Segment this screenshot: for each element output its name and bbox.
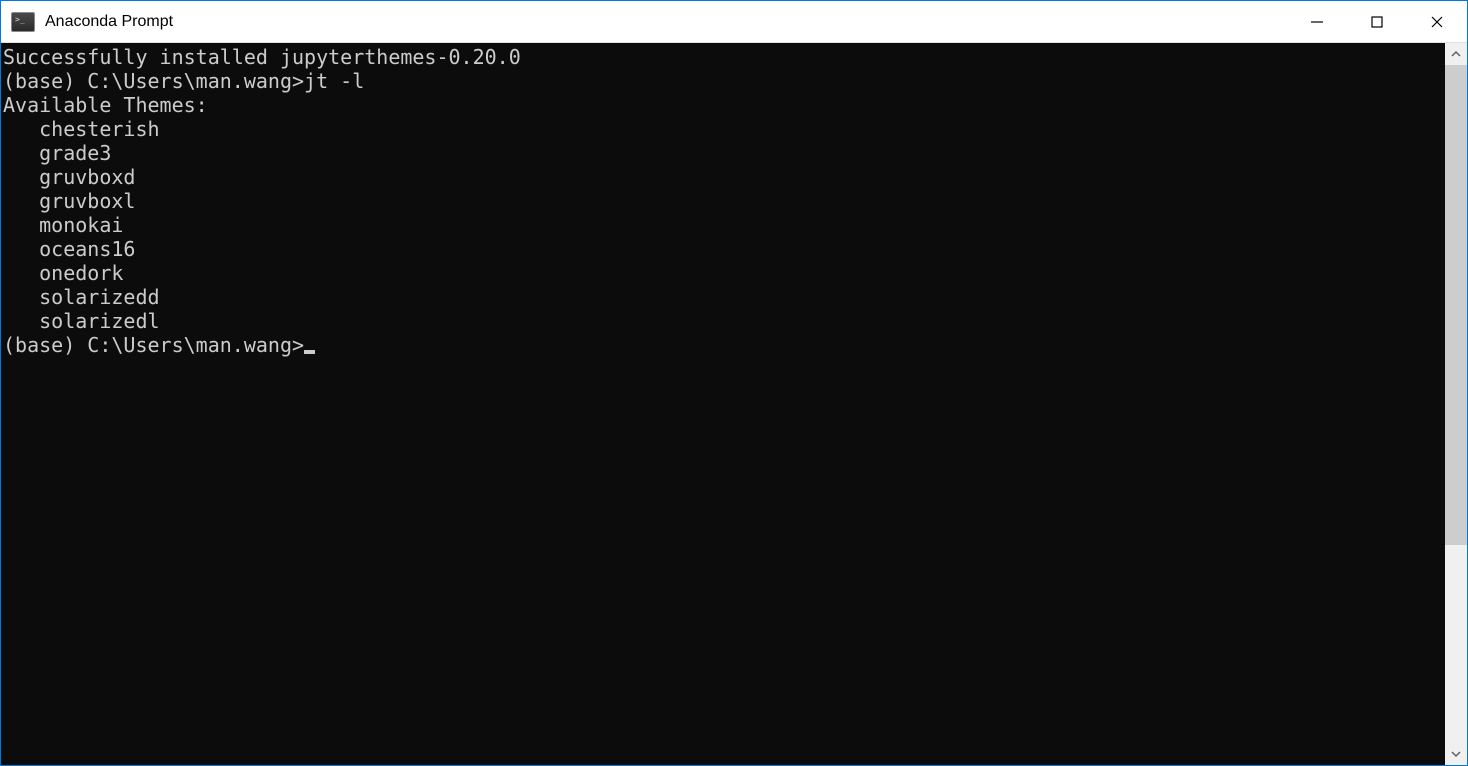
terminal-line: chesterish: [3, 117, 1445, 141]
scrollbar-thumb[interactable]: [1445, 65, 1467, 545]
chevron-down-icon: [1451, 749, 1461, 759]
terminal-prompt-line: (base) C:\Users\man.wang>: [3, 333, 1445, 357]
minimize-button[interactable]: [1287, 1, 1347, 42]
terminal-line: gruvboxd: [3, 165, 1445, 189]
titlebar[interactable]: Anaconda Prompt: [1, 1, 1467, 43]
terminal-line: oceans16: [3, 237, 1445, 261]
terminal-line: onedork: [3, 261, 1445, 285]
terminal[interactable]: Successfully installed jupyterthemes-0.2…: [1, 43, 1445, 765]
terminal-line: gruvboxl: [3, 189, 1445, 213]
window-title: Anaconda Prompt: [45, 13, 1287, 31]
window-controls: [1287, 1, 1467, 42]
terminal-cursor: [304, 350, 315, 354]
terminal-line: Available Themes:: [3, 93, 1445, 117]
content-area: Successfully installed jupyterthemes-0.2…: [1, 43, 1467, 765]
terminal-line: solarizedd: [3, 285, 1445, 309]
terminal-prompt: (base) C:\Users\man.wang>: [3, 333, 304, 357]
scrollbar-up-button[interactable]: [1445, 43, 1467, 65]
scrollbar-down-button[interactable]: [1445, 743, 1467, 765]
scrollbar[interactable]: [1445, 43, 1467, 765]
terminal-line: grade3: [3, 141, 1445, 165]
minimize-icon: [1310, 15, 1324, 29]
terminal-line: monokai: [3, 213, 1445, 237]
chevron-up-icon: [1451, 49, 1461, 59]
close-button[interactable]: [1407, 1, 1467, 42]
terminal-line: (base) C:\Users\man.wang>jt -l: [3, 69, 1445, 93]
maximize-icon: [1370, 15, 1384, 29]
close-icon: [1430, 15, 1444, 29]
terminal-line: solarizedl: [3, 309, 1445, 333]
app-icon: [11, 12, 35, 32]
terminal-line: Successfully installed jupyterthemes-0.2…: [3, 45, 1445, 69]
scrollbar-track[interactable]: [1445, 65, 1467, 743]
window: Anaconda Prompt Successfully installed j: [1, 1, 1467, 765]
maximize-button[interactable]: [1347, 1, 1407, 42]
